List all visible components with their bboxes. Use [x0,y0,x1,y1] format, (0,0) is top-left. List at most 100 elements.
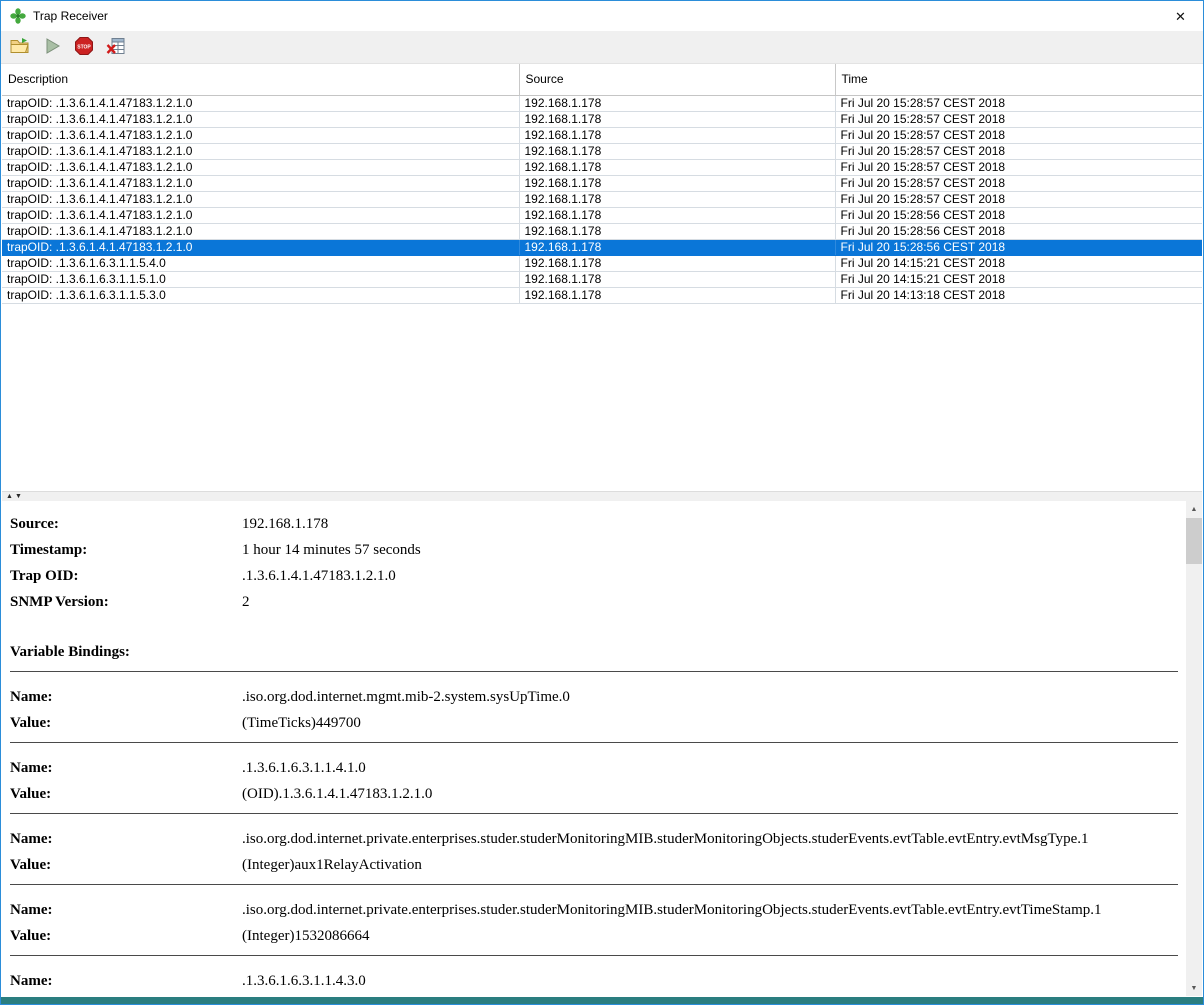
scrollbar-down-icon[interactable]: ▼ [1186,980,1202,996]
binding-name-label: Name: [10,686,242,708]
window-title: Trap Receiver [33,9,108,23]
cell-source[interactable]: 192.168.1.178 [519,191,835,207]
splitter-collapse-down-icon[interactable]: ▼ [15,493,22,500]
cell-description[interactable]: trapOID: .1.3.6.1.4.1.47183.1.2.1.0 [2,223,519,239]
table-row[interactable]: trapOID: .1.3.6.1.6.3.1.1.5.3.0192.168.1… [2,287,1202,303]
open-log-button[interactable] [8,35,32,59]
cell-source[interactable]: 192.168.1.178 [519,207,835,223]
detail-field-label: SNMP Version: [10,591,242,613]
cell-time[interactable]: Fri Jul 20 14:13:18 CEST 2018 [835,287,1202,303]
binding-value: Value:(OID).1.3.6.1.4.1.47183.1.2.1.0 [10,783,1186,809]
bindings-list: Name:.iso.org.dod.internet.mgmt.mib-2.sy… [10,671,1186,996]
binding-name-label: Name: [10,899,242,921]
binding-value-value: (TimeTicks)449700 [242,715,361,731]
table-row[interactable]: trapOID: .1.3.6.1.4.1.47183.1.2.1.0192.1… [2,175,1202,191]
cell-source[interactable]: 192.168.1.178 [519,287,835,303]
cell-description[interactable]: trapOID: .1.3.6.1.4.1.47183.1.2.1.0 [2,175,519,191]
cell-description[interactable]: trapOID: .1.3.6.1.4.1.47183.1.2.1.0 [2,191,519,207]
cell-source[interactable]: 192.168.1.178 [519,111,835,127]
table-row[interactable]: trapOID: .1.3.6.1.4.1.47183.1.2.1.0192.1… [2,127,1202,143]
binding-name: Name:.1.3.6.1.6.3.1.1.4.3.0 [10,970,1186,996]
cell-description[interactable]: trapOID: .1.3.6.1.4.1.47183.1.2.1.0 [2,111,519,127]
cell-time[interactable]: Fri Jul 20 15:28:56 CEST 2018 [835,207,1202,223]
binding-name-label: Name: [10,828,242,850]
binding-name: Name:.iso.org.dod.internet.private.enter… [10,828,1186,854]
cell-time[interactable]: Fri Jul 20 15:28:57 CEST 2018 [835,95,1202,111]
cell-time[interactable]: Fri Jul 20 15:28:57 CEST 2018 [835,143,1202,159]
binding-name: Name:.iso.org.dod.internet.mgmt.mib-2.sy… [10,686,1186,712]
splitter[interactable]: ▲ ▼ [2,491,1202,501]
cell-time[interactable]: Fri Jul 20 15:28:57 CEST 2018 [835,175,1202,191]
table-row[interactable]: trapOID: .1.3.6.1.4.1.47183.1.2.1.0192.1… [2,159,1202,175]
separator-line [10,884,1178,885]
table-row[interactable]: trapOID: .1.3.6.1.4.1.47183.1.2.1.0192.1… [2,143,1202,159]
table-row[interactable]: trapOID: .1.3.6.1.4.1.47183.1.2.1.0192.1… [2,191,1202,207]
binding-value-value: (Integer)1532086664 [242,928,369,944]
stop-icon-label: STOP [77,44,91,50]
clear-table-button[interactable] [104,35,128,59]
detail-field-value: 192.168.1.178 [242,516,328,532]
binding-name-value: .1.3.6.1.6.3.1.1.4.3.0 [242,973,366,989]
table-row[interactable]: trapOID: .1.3.6.1.4.1.47183.1.2.1.0192.1… [2,239,1202,255]
detail-field: Trap OID:.1.3.6.1.4.1.47183.1.2.1.0 [10,565,1186,591]
cell-source[interactable]: 192.168.1.178 [519,175,835,191]
trap-table-body: trapOID: .1.3.6.1.4.1.47183.1.2.1.0192.1… [2,95,1202,303]
scrollbar-thumb[interactable] [1186,518,1202,564]
cell-description[interactable]: trapOID: .1.3.6.1.6.3.1.1.5.4.0 [2,255,519,271]
column-header-description[interactable]: Description [2,64,519,95]
stop-button[interactable]: STOP [72,35,96,59]
cell-description[interactable]: trapOID: .1.3.6.1.4.1.47183.1.2.1.0 [2,95,519,111]
binding-value: Value:(TimeTicks)449700 [10,712,1186,738]
splitter-collapse-up-icon[interactable]: ▲ [6,493,13,500]
cell-source[interactable]: 192.168.1.178 [519,255,835,271]
cell-time[interactable]: Fri Jul 20 15:28:57 CEST 2018 [835,159,1202,175]
binding-value: Value:(Integer)aux1RelayActivation [10,854,1186,880]
cell-source[interactable]: 192.168.1.178 [519,95,835,111]
cell-source[interactable]: 192.168.1.178 [519,271,835,287]
cell-time[interactable]: Fri Jul 20 15:28:57 CEST 2018 [835,111,1202,127]
cell-description[interactable]: trapOID: .1.3.6.1.6.3.1.1.5.1.0 [2,271,519,287]
cell-description[interactable]: trapOID: .1.3.6.1.4.1.47183.1.2.1.0 [2,127,519,143]
cell-description[interactable]: trapOID: .1.3.6.1.4.1.47183.1.2.1.0 [2,239,519,255]
cell-time[interactable]: Fri Jul 20 15:28:56 CEST 2018 [835,239,1202,255]
cell-source[interactable]: 192.168.1.178 [519,159,835,175]
table-row[interactable]: trapOID: .1.3.6.1.4.1.47183.1.2.1.0192.1… [2,223,1202,239]
column-header-source[interactable]: Source [519,64,835,95]
binding-value-label: Value: [10,783,242,805]
detail-field: SNMP Version:2 [10,591,1186,617]
details-scrollbar[interactable]: ▲ ▼ [1186,501,1202,996]
binding-value-label: Value: [10,925,242,947]
toolbar: STOP [1,31,1203,64]
table-row[interactable]: trapOID: .1.3.6.1.6.3.1.1.5.4.0192.168.1… [2,255,1202,271]
cell-time[interactable]: Fri Jul 20 14:15:21 CEST 2018 [835,255,1202,271]
cell-description[interactable]: trapOID: .1.3.6.1.4.1.47183.1.2.1.0 [2,159,519,175]
detail-field: Source:192.168.1.178 [10,513,1186,539]
cell-time[interactable]: Fri Jul 20 15:28:57 CEST 2018 [835,191,1202,207]
table-row[interactable]: trapOID: .1.3.6.1.6.3.1.1.5.1.0192.168.1… [2,271,1202,287]
app-icon [10,8,26,24]
cell-description[interactable]: trapOID: .1.3.6.1.6.3.1.1.5.3.0 [2,287,519,303]
cell-source[interactable]: 192.168.1.178 [519,143,835,159]
cell-time[interactable]: Fri Jul 20 15:28:56 CEST 2018 [835,223,1202,239]
cell-source[interactable]: 192.168.1.178 [519,239,835,255]
cell-source[interactable]: 192.168.1.178 [519,223,835,239]
scrollbar-up-icon[interactable]: ▲ [1186,501,1202,517]
close-button[interactable]: ✕ [1158,1,1203,31]
binding-value-value: (OID).1.3.6.1.4.1.47183.1.2.1.0 [242,786,432,802]
cell-description[interactable]: trapOID: .1.3.6.1.4.1.47183.1.2.1.0 [2,207,519,223]
table-row[interactable]: trapOID: .1.3.6.1.4.1.47183.1.2.1.0192.1… [2,111,1202,127]
column-header-time[interactable]: Time [835,64,1202,95]
cell-time[interactable]: Fri Jul 20 15:28:57 CEST 2018 [835,127,1202,143]
separator-line [10,955,1178,956]
cell-time[interactable]: Fri Jul 20 14:15:21 CEST 2018 [835,271,1202,287]
folder-icon [10,36,30,59]
separator-line [10,671,1178,672]
start-button[interactable] [40,35,64,59]
binding-name-value: .iso.org.dod.internet.private.enterprise… [242,902,1102,918]
table-row[interactable]: trapOID: .1.3.6.1.4.1.47183.1.2.1.0192.1… [2,95,1202,111]
cell-description[interactable]: trapOID: .1.3.6.1.4.1.47183.1.2.1.0 [2,143,519,159]
table-delete-icon [106,36,126,59]
table-header-row: Description Source Time [2,64,1202,95]
cell-source[interactable]: 192.168.1.178 [519,127,835,143]
table-row[interactable]: trapOID: .1.3.6.1.4.1.47183.1.2.1.0192.1… [2,207,1202,223]
